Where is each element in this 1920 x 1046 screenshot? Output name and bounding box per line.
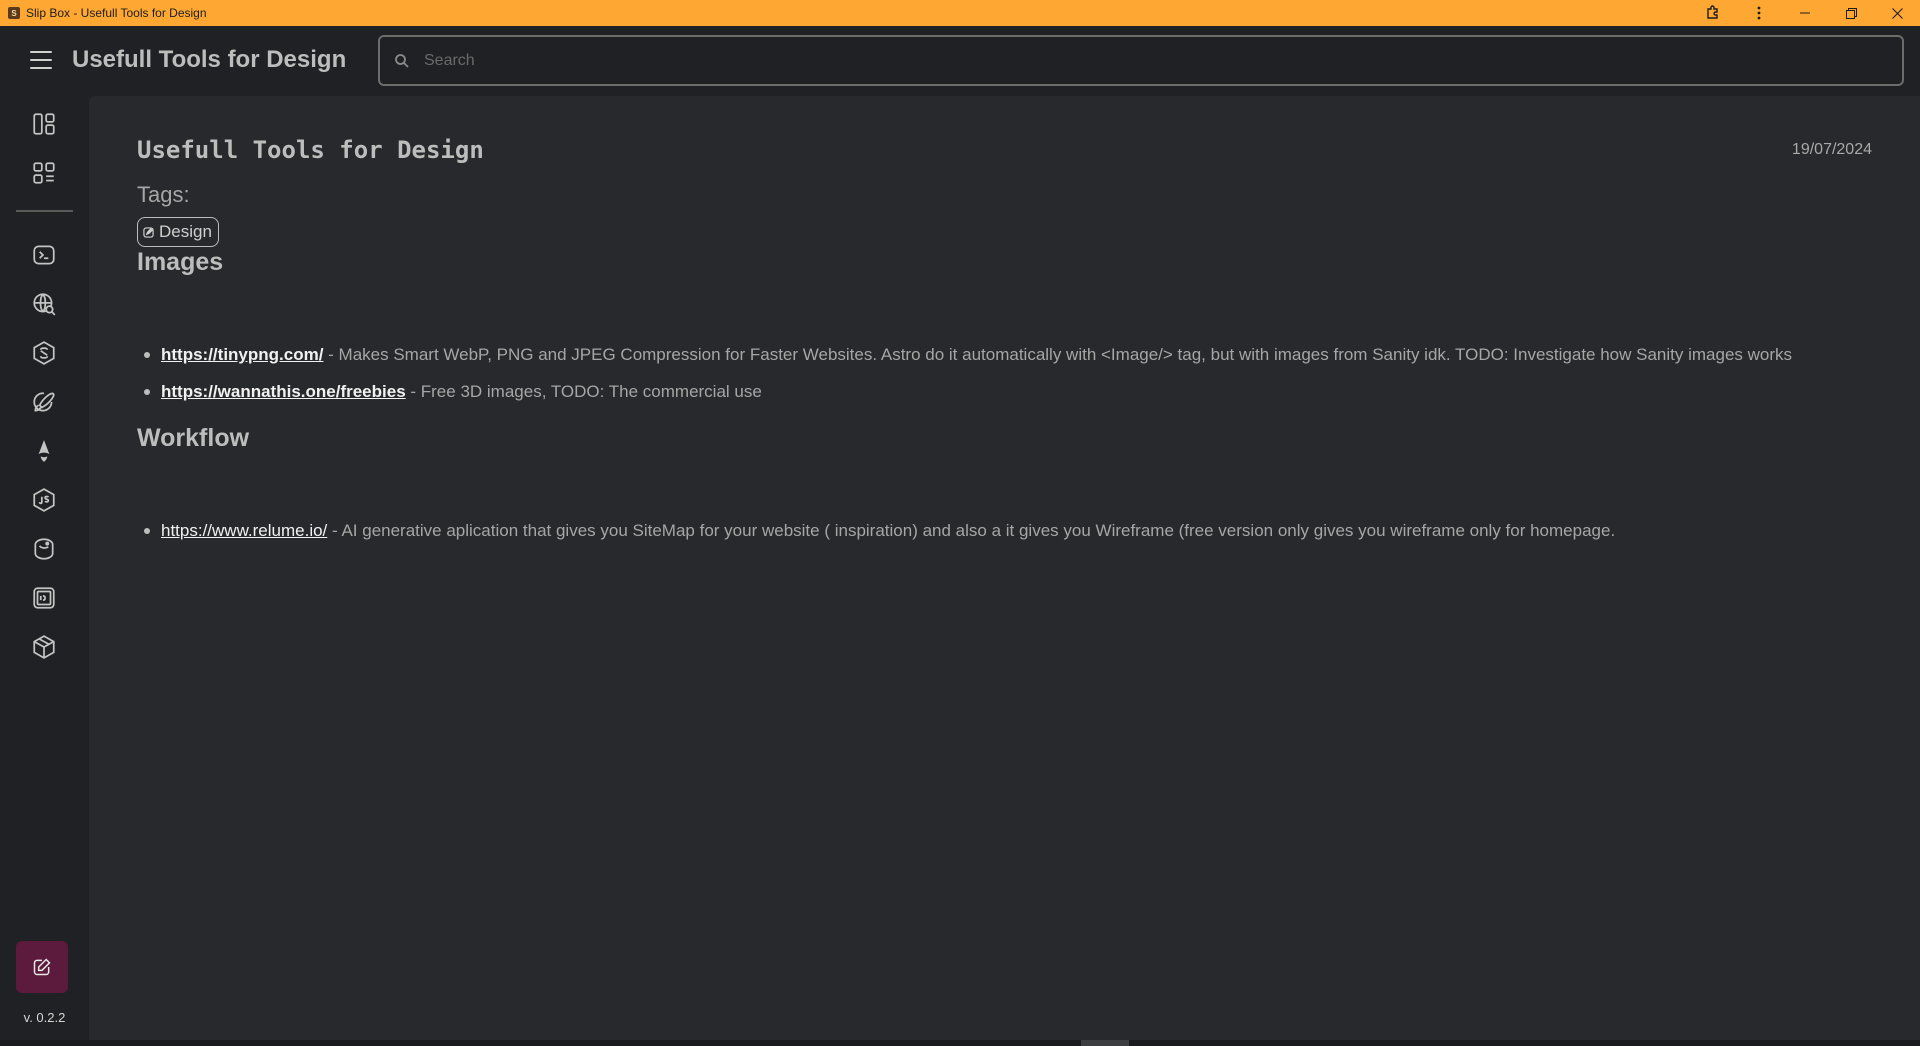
edit-icon [33,958,51,976]
note-date: 19/07/2024 [1791,141,1872,158]
code-box-icon[interactable] [30,584,58,612]
search-bar[interactable] [378,35,1904,86]
link-relume[interactable]: https://www.relume.io/ [161,521,327,540]
link-tinypng[interactable]: https://tinypng.com/ [161,345,323,364]
link-wannathis[interactable]: https://wannathis.one/freebies [161,382,406,401]
app-version: v. 0.2.2 [23,1010,66,1025]
list-item: https://www.relume.io/ - AI generative a… [137,516,1877,546]
web-search-icon[interactable] [30,290,58,318]
grid-list-icon[interactable] [30,159,58,187]
tag-design[interactable]: Design [137,217,219,247]
tags-label: Tags: [137,182,190,207]
app-header: Usefull Tools for Design [0,26,1920,96]
page-title: Usefull Tools for Design [72,46,347,73]
javascript-icon[interactable] [30,486,58,514]
images-list: https://tinypng.com/ - Makes Smart WebP,… [137,340,1877,407]
note-title: Usefull Tools for Design [137,136,484,164]
list-item: https://wannathis.one/freebies - Free 3D… [137,377,1877,407]
window-titlebar: S Slip Box - Usefull Tools for Design [0,0,1920,26]
package-icon[interactable] [30,633,58,661]
database-icon[interactable] [30,535,58,563]
extension-icon[interactable] [1690,0,1736,26]
astro-icon[interactable] [30,437,58,465]
menu-icon[interactable] [30,51,52,69]
section-heading-workflow: Workflow [137,424,250,452]
scrollbar-thumb[interactable] [1081,1040,1129,1046]
sanity-icon[interactable] [30,339,58,367]
list-item: https://tinypng.com/ - Makes Smart WebP,… [137,340,1877,370]
restore-button[interactable] [1828,0,1874,26]
terminal-icon[interactable] [30,241,58,269]
close-button[interactable] [1874,0,1920,26]
sidebar: v. 0.2.2 [0,96,89,1040]
tag-label: Design [159,222,212,241]
note-panel: Usefull Tools for Design 19/07/2024 Tags… [89,96,1920,1040]
link-description: - Makes Smart WebP, PNG and JPEG Compres… [323,345,1793,364]
sidebar-divider [16,210,73,212]
section-heading-images: Images [137,248,224,276]
horizontal-scrollbar[interactable] [0,1040,1920,1046]
new-note-button[interactable] [16,941,68,993]
minimize-button[interactable] [1782,0,1828,26]
dashboard-icon[interactable] [30,110,58,138]
workflow-list: https://www.relume.io/ - AI generative a… [137,516,1877,546]
search-icon [395,53,409,68]
design-pen-icon[interactable] [30,388,58,416]
link-description: - Free 3D images, TODO: The commercial u… [405,382,762,401]
more-options-icon[interactable] [1736,0,1782,26]
app-logo-icon: S [8,7,20,19]
link-description: - AI generative aplication that gives yo… [327,521,1616,540]
tag-edit-icon [143,226,154,238]
search-input[interactable] [424,51,1824,70]
window-title: Slip Box - Usefull Tools for Design [26,6,207,20]
